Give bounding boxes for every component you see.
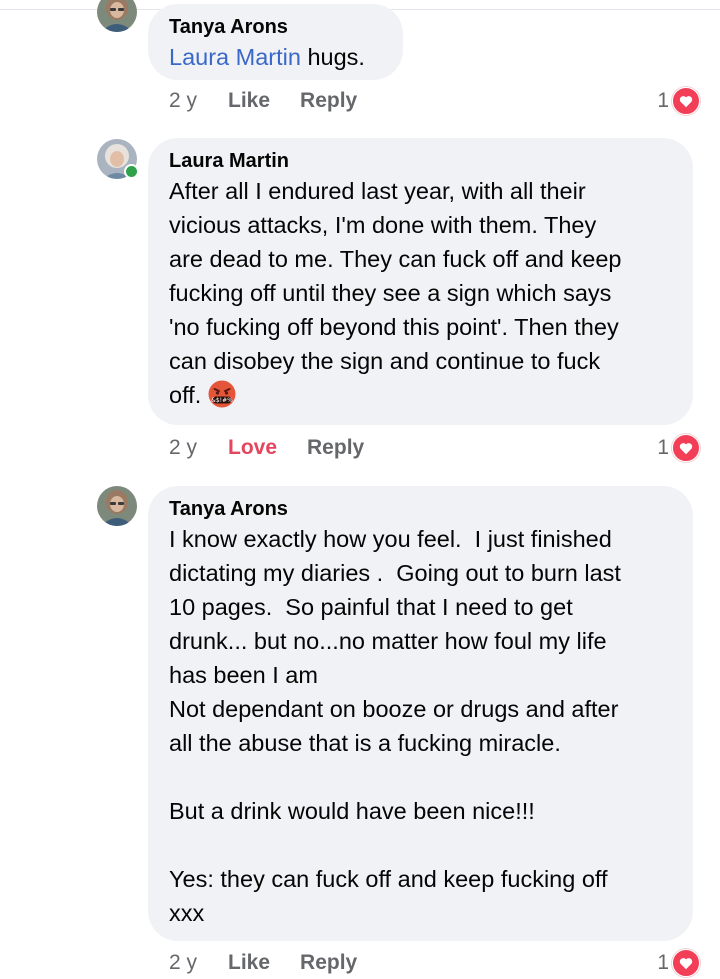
avatar[interactable] bbox=[97, 486, 137, 526]
reaction-count: 1 bbox=[657, 951, 669, 974]
reaction-count: 1 bbox=[657, 436, 669, 459]
comment-text: Laura Martin hugs. bbox=[169, 40, 383, 74]
comment-actions: 2 y Like Reply bbox=[169, 86, 387, 116]
comment-body: hugs. bbox=[300, 44, 365, 70]
comment-text: I know exactly how you feel. I just fini… bbox=[169, 526, 621, 926]
reaction-summary[interactable]: 1 bbox=[657, 433, 700, 463]
comment-actions: 2 y Like Reply bbox=[169, 948, 387, 978]
comment-text: After all I endured last year, with all … bbox=[169, 174, 673, 412]
online-status-icon bbox=[124, 164, 139, 179]
comment-thread: Tanya Arons Laura Martin hugs. 2 y Like … bbox=[0, 0, 720, 979]
author-name[interactable]: Laura Martin bbox=[169, 148, 673, 174]
love-reaction-button[interactable]: Love bbox=[228, 436, 277, 460]
face-with-symbols-on-mouth-emoji: &$!#% bbox=[207, 379, 237, 409]
reply-button[interactable]: Reply bbox=[300, 951, 357, 975]
love-heart-icon bbox=[672, 434, 700, 462]
reaction-count: 1 bbox=[657, 89, 669, 112]
timestamp[interactable]: 2 y bbox=[169, 951, 228, 975]
like-button[interactable]: Like bbox=[228, 951, 270, 975]
reaction-summary[interactable]: 1 bbox=[657, 948, 700, 978]
comment-body: After all I endured last year, with all … bbox=[169, 178, 622, 408]
avatar[interactable] bbox=[97, 0, 137, 32]
profile-photo bbox=[97, 0, 137, 32]
author-name[interactable]: Tanya Arons bbox=[169, 496, 673, 522]
love-heart-icon bbox=[672, 949, 700, 977]
reply-button[interactable]: Reply bbox=[307, 436, 364, 460]
comment-bubble: Laura Martin After all I endured last ye… bbox=[148, 138, 693, 425]
comment-actions: 2 y Love Reply bbox=[169, 433, 394, 463]
profile-photo bbox=[97, 486, 137, 526]
timestamp[interactable]: 2 y bbox=[169, 89, 228, 113]
author-name[interactable]: Tanya Arons bbox=[169, 14, 383, 40]
avatar[interactable] bbox=[97, 139, 139, 179]
love-heart-icon bbox=[672, 87, 700, 115]
reply-button[interactable]: Reply bbox=[300, 89, 357, 113]
emoji-symbols: &$!#% bbox=[211, 397, 233, 404]
timestamp[interactable]: 2 y bbox=[169, 436, 228, 460]
reaction-summary[interactable]: 1 bbox=[657, 86, 700, 116]
comment-bubble: Tanya Arons I know exactly how you feel.… bbox=[148, 486, 693, 941]
comment-bubble: Tanya Arons Laura Martin hugs. bbox=[148, 4, 403, 80]
mention-link[interactable]: Laura Martin bbox=[169, 44, 301, 70]
like-button[interactable]: Like bbox=[228, 89, 270, 113]
